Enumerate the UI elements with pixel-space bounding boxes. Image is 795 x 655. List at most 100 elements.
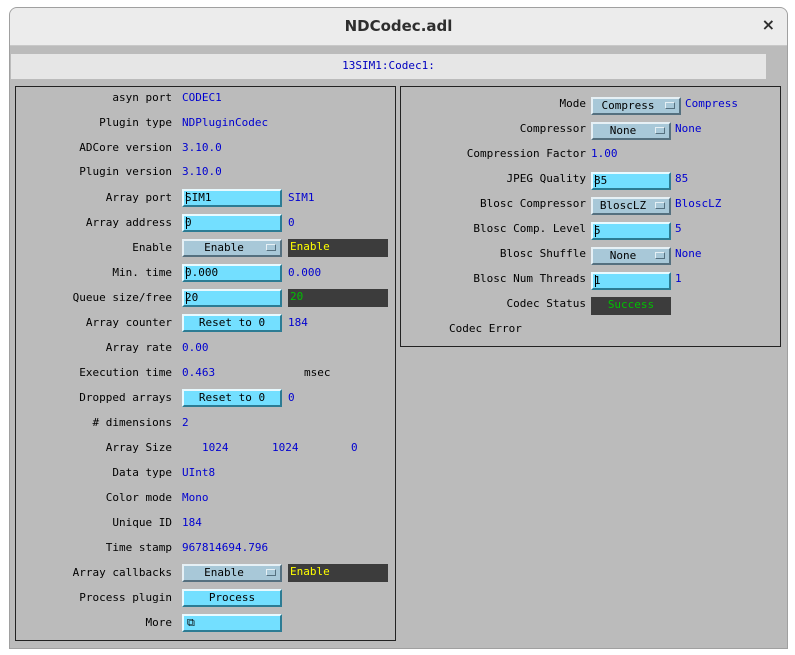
min-time-input[interactable]: 0.000: [182, 264, 282, 282]
enable-label: Enable: [132, 241, 172, 254]
compressor-menu-value: None: [609, 124, 637, 137]
enable-menu[interactable]: Enable: [182, 239, 282, 257]
enable-readback: Enable: [288, 239, 388, 257]
array-port-readback: SIM1: [288, 191, 315, 204]
array-port-label: Array port: [105, 191, 172, 204]
blosc-compressor-label: Blosc Compressor: [480, 197, 586, 210]
blosc-comp-level-readback: 5: [675, 222, 682, 235]
text-cursor: [186, 192, 187, 204]
jpeg-quality-readback: 85: [675, 172, 689, 185]
array-callbacks-label: Array callbacks: [72, 566, 172, 579]
mode-label: Mode: [559, 97, 587, 110]
array-counter-label: Array counter: [85, 316, 172, 329]
process-button[interactable]: Process: [182, 589, 282, 607]
array-size-z: 0: [351, 441, 358, 454]
queue-size-label: Queue size/free: [72, 291, 172, 304]
compressor-menu[interactable]: None: [591, 122, 671, 140]
blosc-shuffle-menu[interactable]: None: [591, 247, 671, 265]
queue-free-readback: 20: [288, 289, 388, 307]
window-title: NDCodec.adl: [344, 17, 453, 35]
more-related-display-button[interactable]: ⧉: [182, 614, 282, 632]
min-time-readback: 0.000: [288, 266, 322, 279]
text-cursor: [186, 217, 187, 229]
title-bar: NDCodec.adl ×: [10, 8, 787, 46]
codec-status-value: Success: [591, 297, 671, 315]
asyn-port-value: CODEC1: [182, 91, 222, 104]
pv-prefix: 13SIM1:Codec1:: [342, 59, 435, 72]
blosc-num-threads-label: Blosc Num Threads: [473, 272, 586, 285]
mode-menu-value: Compress: [601, 99, 655, 112]
data-type-label: Data type: [112, 466, 172, 479]
array-size-x: 1024: [202, 441, 229, 454]
time-stamp-value: 967814694.796: [182, 541, 269, 554]
unique-id-value: 184: [182, 516, 202, 529]
blosc-compressor-menu-value: BloscLZ: [599, 199, 647, 212]
close-icon[interactable]: ×: [762, 15, 775, 34]
execution-time-label: Execution time: [79, 366, 172, 379]
dimensions-label: # dimensions: [92, 416, 172, 429]
execution-time-value: 0.463: [182, 366, 216, 379]
adcore-version-value: 3.10.0: [182, 141, 222, 154]
menu-arrow-icon: [655, 202, 665, 209]
array-counter-readback: 184: [288, 316, 308, 329]
array-callbacks-readback: Enable: [288, 564, 388, 582]
blosc-comp-level-input[interactable]: 5: [591, 222, 671, 240]
compressor-label: Compressor: [519, 122, 586, 135]
blosc-compressor-readback: BloscLZ: [675, 197, 722, 210]
text-cursor: [595, 225, 596, 237]
array-callbacks-menu-value: Enable: [204, 566, 244, 579]
menu-arrow-icon: [655, 252, 665, 259]
array-size-label: Array Size: [105, 441, 172, 454]
menu-arrow-icon: [266, 244, 276, 251]
time-stamp-label: Time stamp: [105, 541, 172, 554]
compressor-readback: None: [675, 122, 702, 135]
blosc-compressor-menu[interactable]: BloscLZ: [591, 197, 671, 215]
left-panel: asyn port CODEC1 Plugin type NDPluginCod…: [15, 86, 396, 641]
dimensions-value: 2: [182, 416, 189, 429]
color-mode-value: Mono: [182, 491, 209, 504]
array-counter-reset-button[interactable]: Reset to 0: [182, 314, 282, 332]
array-callbacks-menu[interactable]: Enable: [182, 564, 282, 582]
blosc-shuffle-readback: None: [675, 247, 702, 260]
color-mode-label: Color mode: [105, 491, 172, 504]
compression-factor-label: Compression Factor: [466, 147, 586, 160]
dropped-arrays-label: Dropped arrays: [79, 391, 172, 404]
process-plugin-label: Process plugin: [79, 591, 172, 604]
blosc-shuffle-menu-value: None: [609, 249, 637, 262]
dropped-arrays-reset-button[interactable]: Reset to 0: [182, 389, 282, 407]
dropped-arrays-readback: 0: [288, 391, 295, 404]
plugin-type-label: Plugin type: [99, 116, 172, 129]
plugin-version-label: Plugin version: [79, 165, 172, 178]
blosc-num-threads-input[interactable]: 1: [591, 272, 671, 290]
mode-readback: Compress: [685, 97, 738, 110]
window: NDCodec.adl × 13SIM1:Codec1: asyn port C…: [9, 7, 788, 649]
enable-menu-value: Enable: [204, 241, 244, 254]
prefix-bar: 13SIM1:Codec1:: [11, 54, 766, 79]
array-size-y: 1024: [272, 441, 299, 454]
menu-arrow-icon: [665, 102, 675, 109]
queue-size-input[interactable]: 20: [182, 289, 282, 307]
right-panel: Mode Compress Compress Compressor None N…: [400, 86, 781, 347]
codec-status-label: Codec Status: [506, 297, 586, 310]
execution-time-units: msec: [304, 366, 331, 379]
blosc-shuffle-label: Blosc Shuffle: [499, 247, 586, 260]
jpeg-quality-input[interactable]: 85: [591, 172, 671, 190]
array-port-input[interactable]: SIM1: [182, 189, 282, 207]
text-cursor: [595, 175, 596, 187]
compression-factor-value: 1.00: [591, 147, 618, 160]
asyn-port-label: asyn port: [112, 91, 172, 104]
array-rate-label: Array rate: [105, 341, 172, 354]
menu-arrow-icon: [266, 569, 276, 576]
blosc-comp-level-label: Blosc Comp. Level: [473, 222, 586, 235]
array-rate-value: 0.00: [182, 341, 209, 354]
min-time-label: Min. time: [112, 266, 172, 279]
jpeg-quality-label: JPEG Quality: [506, 172, 586, 185]
data-type-value: UInt8: [182, 466, 216, 479]
related-display-icon: ⧉: [187, 616, 195, 629]
array-address-input[interactable]: 0: [182, 214, 282, 232]
mode-menu[interactable]: Compress: [591, 97, 681, 115]
unique-id-label: Unique ID: [112, 516, 172, 529]
array-address-readback: 0: [288, 216, 295, 229]
array-address-label: Array address: [85, 216, 172, 229]
text-cursor: [186, 292, 187, 304]
